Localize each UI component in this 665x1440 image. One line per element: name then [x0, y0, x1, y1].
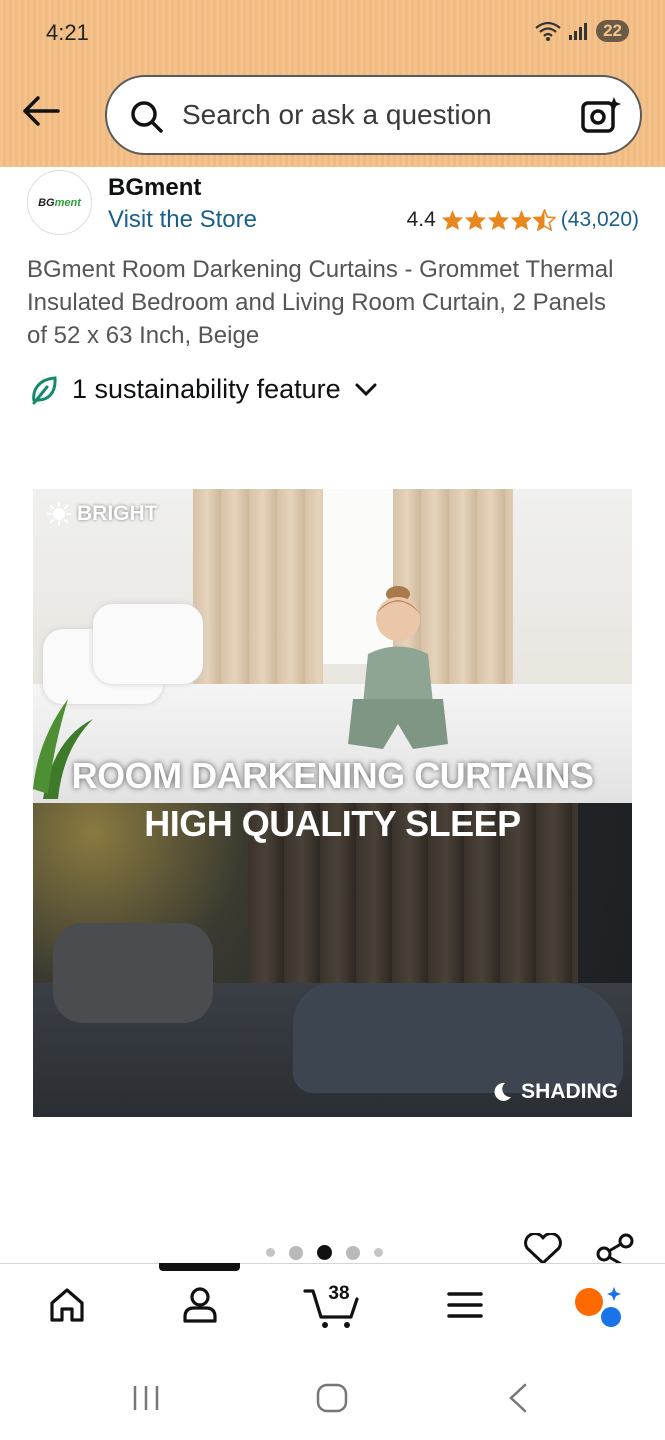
rating-summary[interactable]: 4.4 (43,020) — [407, 208, 639, 232]
status-time: 4:21 — [46, 20, 89, 45]
star-rating — [441, 209, 556, 231]
battery-indicator: 22 — [596, 20, 629, 42]
carousel-dot[interactable] — [374, 1248, 383, 1257]
chevron-down-icon — [355, 383, 377, 396]
carousel-indicator[interactable] — [266, 1245, 383, 1260]
sustainability-label: 1 sustainability feature — [72, 374, 341, 404]
star-icon — [510, 209, 532, 231]
menu-icon[interactable] — [447, 1290, 483, 1320]
blanket — [293, 983, 623, 1093]
carousel-dot-active[interactable] — [317, 1245, 332, 1260]
star-icon — [441, 209, 463, 231]
product-title: BGment Room Darkening Curtains - Grommet… — [27, 256, 614, 349]
signal-icon — [569, 23, 588, 40]
curtain-panel — [193, 489, 323, 689]
star-icon — [464, 209, 486, 231]
rufus-assistant-icon[interactable] — [573, 1285, 625, 1329]
carousel-dot[interactable] — [346, 1245, 360, 1260]
sun-icon — [47, 502, 71, 526]
carousel-dot[interactable] — [289, 1245, 303, 1260]
search-input[interactable]: Search or ask a question — [182, 99, 492, 131]
account-icon[interactable] — [180, 1285, 220, 1325]
hero-headline-1: ROOM DARKENING CURTAINS — [71, 755, 594, 796]
leaf-icon — [32, 375, 57, 404]
back-arrow-icon[interactable] — [20, 93, 62, 129]
sustainability-toggle[interactable]: 1 sustainability feature — [30, 374, 377, 405]
rating-value: 4.4 — [406, 208, 436, 231]
recent-apps-icon[interactable] — [130, 1382, 162, 1414]
dark-room-scene: SHADING — [33, 803, 632, 1117]
pillow — [53, 923, 213, 1023]
status-icons: 22 — [534, 20, 629, 42]
carousel-dot[interactable] — [266, 1248, 275, 1257]
search-bar[interactable]: Search or ask a question — [105, 75, 642, 155]
home-button-icon[interactable] — [315, 1382, 349, 1414]
wifi-icon — [535, 21, 561, 41]
hero-headline-2: HIGH QUALITY SLEEP — [144, 803, 521, 844]
brand-name: BGment — [108, 174, 202, 201]
camera-search-icon[interactable] — [580, 95, 622, 135]
half-star-icon — [532, 209, 556, 231]
pillow — [93, 604, 203, 684]
star-icon — [487, 209, 509, 231]
shading-label: SHADING — [491, 1080, 618, 1104]
share-icon[interactable] — [596, 1232, 636, 1264]
bright-label: BRIGHT — [47, 502, 158, 526]
home-icon[interactable] — [47, 1285, 87, 1325]
product-image[interactable]: BRIGHT SHADING ROOM DARKENING CURTAINS H… — [33, 489, 632, 1117]
back-button-icon[interactable] — [505, 1382, 533, 1414]
heart-icon[interactable] — [522, 1233, 564, 1265]
search-icon — [131, 101, 163, 133]
child-figure — [348, 586, 448, 749]
visit-store-link[interactable]: Visit the Store — [108, 206, 257, 234]
brand-logo[interactable]: BGment — [27, 170, 92, 235]
rating-count[interactable]: (43,020) — [561, 208, 639, 232]
active-tab-indicator — [159, 1263, 240, 1271]
moon-icon — [494, 1082, 512, 1101]
cart-count-badge: 38 — [328, 1283, 350, 1304]
